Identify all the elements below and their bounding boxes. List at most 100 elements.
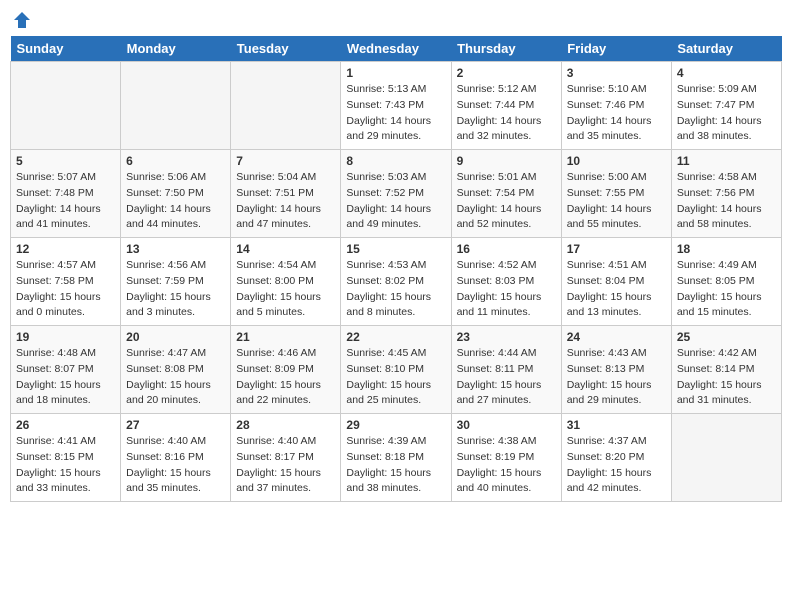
logo-icon <box>12 10 32 30</box>
calendar-cell <box>121 62 231 150</box>
day-info: Sunrise: 4:53 AM Sunset: 8:02 PM Dayligh… <box>346 258 445 321</box>
calendar-cell: 18 Sunrise: 4:49 AM Sunset: 8:05 PM Dayli… <box>671 238 781 326</box>
day-number: 28 <box>236 418 335 432</box>
day-info: Sunrise: 4:47 AM Sunset: 8:08 PM Dayligh… <box>126 346 225 409</box>
day-number: 6 <box>126 154 225 168</box>
day-info: Sunrise: 4:58 AM Sunset: 7:56 PM Dayligh… <box>677 170 776 233</box>
calendar-cell: 27 Sunrise: 4:40 AM Sunset: 8:16 PM Dayli… <box>121 414 231 502</box>
day-info: Sunrise: 4:45 AM Sunset: 8:10 PM Dayligh… <box>346 346 445 409</box>
calendar-cell: 24 Sunrise: 4:43 AM Sunset: 8:13 PM Dayli… <box>561 326 671 414</box>
day-number: 15 <box>346 242 445 256</box>
calendar-cell: 31 Sunrise: 4:37 AM Sunset: 8:20 PM Dayli… <box>561 414 671 502</box>
day-number: 19 <box>16 330 115 344</box>
day-header-sunday: Sunday <box>11 36 121 62</box>
day-info: Sunrise: 4:51 AM Sunset: 8:04 PM Dayligh… <box>567 258 666 321</box>
calendar-cell: 5Sunrise: 5:07 AM Sunset: 7:48 PM Daylig… <box>11 150 121 238</box>
calendar-cell: 11 Sunrise: 4:58 AM Sunset: 7:56 PM Dayli… <box>671 150 781 238</box>
calendar-cell: 3Sunrise: 5:10 AM Sunset: 7:46 PM Daylig… <box>561 62 671 150</box>
day-header-monday: Monday <box>121 36 231 62</box>
day-info: Sunrise: 5:10 AM Sunset: 7:46 PM Dayligh… <box>567 82 666 145</box>
calendar-cell <box>11 62 121 150</box>
calendar-week-row: 26 Sunrise: 4:41 AM Sunset: 8:15 PM Dayli… <box>11 414 782 502</box>
day-number: 2 <box>457 66 556 80</box>
day-info: Sunrise: 4:39 AM Sunset: 8:18 PM Dayligh… <box>346 434 445 497</box>
day-header-thursday: Thursday <box>451 36 561 62</box>
calendar-cell: 12 Sunrise: 4:57 AM Sunset: 7:58 PM Dayli… <box>11 238 121 326</box>
calendar-cell: 10 Sunrise: 5:00 AM Sunset: 7:55 PM Dayli… <box>561 150 671 238</box>
day-number: 30 <box>457 418 556 432</box>
day-number: 14 <box>236 242 335 256</box>
calendar-cell: 16 Sunrise: 4:52 AM Sunset: 8:03 PM Dayli… <box>451 238 561 326</box>
day-info: Sunrise: 4:56 AM Sunset: 7:59 PM Dayligh… <box>126 258 225 321</box>
day-number: 22 <box>346 330 445 344</box>
day-info: Sunrise: 4:46 AM Sunset: 8:09 PM Dayligh… <box>236 346 335 409</box>
day-info: Sunrise: 4:37 AM Sunset: 8:20 PM Dayligh… <box>567 434 666 497</box>
calendar-table: SundayMondayTuesdayWednesdayThursdayFrid… <box>10 36 782 502</box>
calendar-cell: 19 Sunrise: 4:48 AM Sunset: 8:07 PM Dayli… <box>11 326 121 414</box>
day-number: 7 <box>236 154 335 168</box>
calendar-cell: 29 Sunrise: 4:39 AM Sunset: 8:18 PM Dayli… <box>341 414 451 502</box>
calendar-cell: 22 Sunrise: 4:45 AM Sunset: 8:10 PM Dayli… <box>341 326 451 414</box>
day-info: Sunrise: 4:41 AM Sunset: 8:15 PM Dayligh… <box>16 434 115 497</box>
day-number: 8 <box>346 154 445 168</box>
calendar-cell: 2Sunrise: 5:12 AM Sunset: 7:44 PM Daylig… <box>451 62 561 150</box>
calendar-cell: 26 Sunrise: 4:41 AM Sunset: 8:15 PM Dayli… <box>11 414 121 502</box>
day-number: 25 <box>677 330 776 344</box>
page-header <box>10 10 782 30</box>
day-number: 21 <box>236 330 335 344</box>
day-number: 16 <box>457 242 556 256</box>
day-info: Sunrise: 5:13 AM Sunset: 7:43 PM Dayligh… <box>346 82 445 145</box>
calendar-cell: 23 Sunrise: 4:44 AM Sunset: 8:11 PM Dayli… <box>451 326 561 414</box>
day-info: Sunrise: 4:44 AM Sunset: 8:11 PM Dayligh… <box>457 346 556 409</box>
day-info: Sunrise: 4:54 AM Sunset: 8:00 PM Dayligh… <box>236 258 335 321</box>
calendar-cell: 30 Sunrise: 4:38 AM Sunset: 8:19 PM Dayli… <box>451 414 561 502</box>
calendar-cell <box>671 414 781 502</box>
day-info: Sunrise: 5:09 AM Sunset: 7:47 PM Dayligh… <box>677 82 776 145</box>
day-number: 12 <box>16 242 115 256</box>
calendar-week-row: 1Sunrise: 5:13 AM Sunset: 7:43 PM Daylig… <box>11 62 782 150</box>
day-number: 26 <box>16 418 115 432</box>
calendar-cell: 7 Sunrise: 5:04 AM Sunset: 7:51 PM Daylig… <box>231 150 341 238</box>
day-header-friday: Friday <box>561 36 671 62</box>
day-info: Sunrise: 4:43 AM Sunset: 8:13 PM Dayligh… <box>567 346 666 409</box>
calendar-cell: 15 Sunrise: 4:53 AM Sunset: 8:02 PM Dayli… <box>341 238 451 326</box>
calendar-cell <box>231 62 341 150</box>
day-info: Sunrise: 5:06 AM Sunset: 7:50 PM Dayligh… <box>126 170 225 233</box>
calendar-cell: 20 Sunrise: 4:47 AM Sunset: 8:08 PM Dayli… <box>121 326 231 414</box>
day-info: Sunrise: 4:52 AM Sunset: 8:03 PM Dayligh… <box>457 258 556 321</box>
day-number: 17 <box>567 242 666 256</box>
day-info: Sunrise: 4:42 AM Sunset: 8:14 PM Dayligh… <box>677 346 776 409</box>
day-info: Sunrise: 4:57 AM Sunset: 7:58 PM Dayligh… <box>16 258 115 321</box>
day-header-saturday: Saturday <box>671 36 781 62</box>
day-number: 24 <box>567 330 666 344</box>
day-header-wednesday: Wednesday <box>341 36 451 62</box>
day-number: 4 <box>677 66 776 80</box>
day-number: 9 <box>457 154 556 168</box>
day-info: Sunrise: 5:00 AM Sunset: 7:55 PM Dayligh… <box>567 170 666 233</box>
calendar-week-row: 12 Sunrise: 4:57 AM Sunset: 7:58 PM Dayli… <box>11 238 782 326</box>
day-info: Sunrise: 5:04 AM Sunset: 7:51 PM Dayligh… <box>236 170 335 233</box>
day-info: Sunrise: 4:48 AM Sunset: 8:07 PM Dayligh… <box>16 346 115 409</box>
day-number: 10 <box>567 154 666 168</box>
day-number: 13 <box>126 242 225 256</box>
day-info: Sunrise: 4:40 AM Sunset: 8:16 PM Dayligh… <box>126 434 225 497</box>
day-number: 20 <box>126 330 225 344</box>
day-number: 29 <box>346 418 445 432</box>
day-number: 23 <box>457 330 556 344</box>
logo <box>10 10 32 30</box>
calendar-cell: 17 Sunrise: 4:51 AM Sunset: 8:04 PM Dayli… <box>561 238 671 326</box>
calendar-cell: 4 Sunrise: 5:09 AM Sunset: 7:47 PM Daylig… <box>671 62 781 150</box>
calendar-week-row: 19 Sunrise: 4:48 AM Sunset: 8:07 PM Dayli… <box>11 326 782 414</box>
calendar-cell: 6 Sunrise: 5:06 AM Sunset: 7:50 PM Daylig… <box>121 150 231 238</box>
calendar-cell: 14 Sunrise: 4:54 AM Sunset: 8:00 PM Dayli… <box>231 238 341 326</box>
day-info: Sunrise: 4:49 AM Sunset: 8:05 PM Dayligh… <box>677 258 776 321</box>
day-number: 11 <box>677 154 776 168</box>
day-number: 18 <box>677 242 776 256</box>
day-info: Sunrise: 4:38 AM Sunset: 8:19 PM Dayligh… <box>457 434 556 497</box>
calendar-week-row: 5Sunrise: 5:07 AM Sunset: 7:48 PM Daylig… <box>11 150 782 238</box>
day-number: 31 <box>567 418 666 432</box>
calendar-cell: 13 Sunrise: 4:56 AM Sunset: 7:59 PM Dayli… <box>121 238 231 326</box>
calendar-cell: 28Sunrise: 4:40 AM Sunset: 8:17 PM Dayli… <box>231 414 341 502</box>
day-number: 27 <box>126 418 225 432</box>
day-number: 5 <box>16 154 115 168</box>
